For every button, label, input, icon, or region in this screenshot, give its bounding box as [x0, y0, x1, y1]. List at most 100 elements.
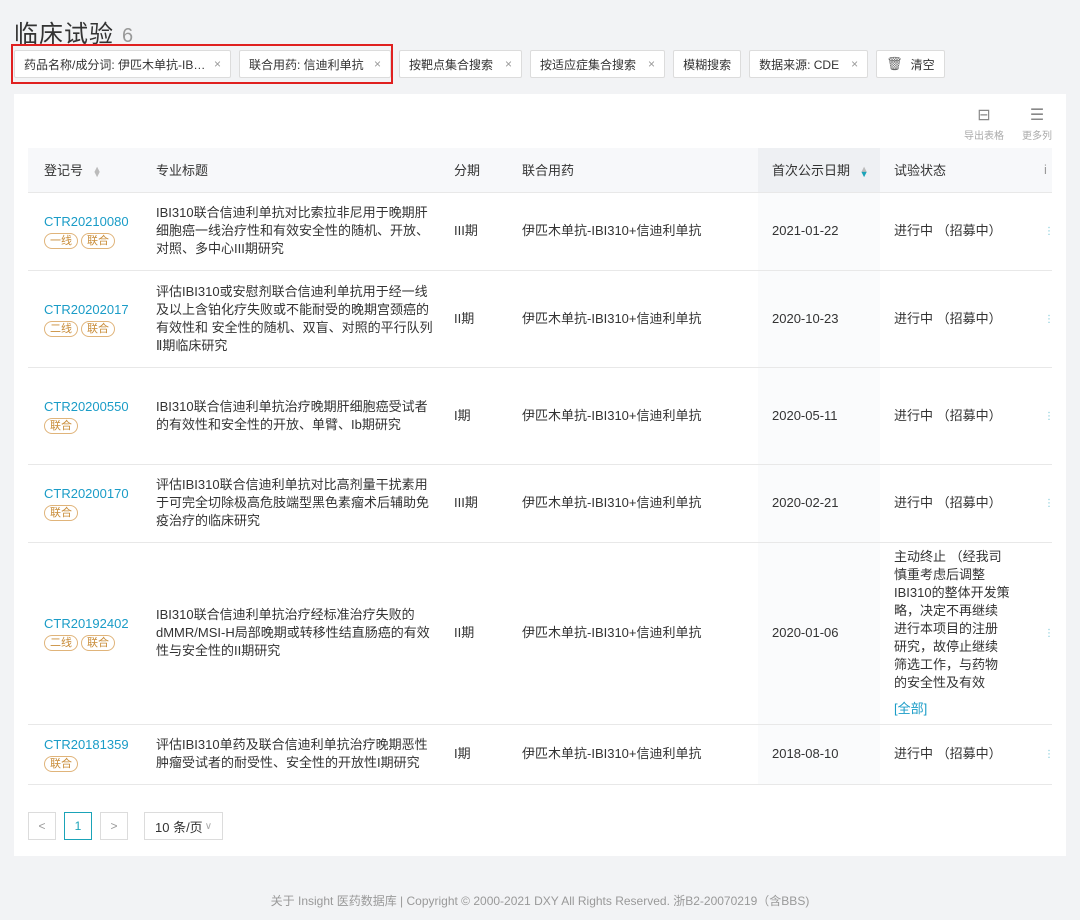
header-status: 试验状态	[880, 148, 1024, 193]
sort-icon[interactable]: ▲ ▼	[860, 164, 869, 178]
registration-number-link[interactable]: CTR20210080	[44, 213, 156, 231]
trial-title: IBI310联合信迪利单抗治疗经标准治疗失败的dMMR/MSI-H局部晚期或转移…	[156, 607, 430, 658]
close-icon[interactable]: ×	[648, 57, 655, 71]
combo-drug: 伊匹木单抗-IBI310+信迪利单抗	[522, 310, 702, 326]
trial-status: 进行中 （招募中）	[894, 407, 1002, 423]
registration-number-link[interactable]: CTR20202017	[44, 301, 156, 319]
tag-badge: 联合	[44, 756, 78, 772]
tag-group: 二线 联合	[44, 635, 156, 651]
registration-number-link[interactable]: CTR20200550	[44, 398, 156, 416]
trial-title: IBI310联合信迪利单抗治疗晚期肝细胞癌受试者的有效性和安全性的开放、单臂、I…	[156, 398, 428, 432]
first-publish-date: 2021-01-22	[772, 223, 839, 238]
page-1-button[interactable]: 1	[64, 812, 92, 840]
tag-badge: 联合	[44, 505, 78, 521]
header-phase: 分期	[454, 148, 522, 193]
table-toolbar: ⊟ 导出表格 ☰ 更多列	[946, 107, 1052, 143]
truncated-column-cell: ⋮	[1044, 628, 1052, 639]
next-page-button[interactable]: >	[100, 812, 128, 840]
results-card: ⊟ 导出表格 ☰ 更多列 登记号 ▲ ▼ 专业标题 分期 联合用药 首次公示日期…	[14, 94, 1066, 856]
expand-status-link[interactable]: [全部]	[894, 700, 1010, 718]
filter-chip-fuzzy-search[interactable]: 模糊搜索	[673, 50, 742, 78]
table-row: CTR20202017 二线 联合 评估IBI310或安慰剂联合信迪利单抗用于经一…	[28, 270, 1052, 368]
trial-phase: II期	[454, 625, 475, 640]
filter-chip-label: 按适应症集合搜索	[540, 57, 637, 72]
filter-chip-label: 联合用药: 信迪利单抗	[249, 57, 364, 72]
first-publish-date: 2018-08-10	[772, 746, 839, 761]
export-table-button[interactable]: ⊟ 导出表格	[964, 107, 1004, 143]
truncated-column-cell: ⋮	[1044, 410, 1052, 422]
tag-group: 联合	[44, 756, 156, 772]
page-size-select[interactable]: 10 条/页 ∨	[144, 812, 224, 840]
filter-chip-drug-name[interactable]: 药品名称/成分词: 伊匹木单抗-IB… ×	[14, 50, 231, 78]
trial-title: 评估IBI310单药及联合信迪利单抗治疗晚期恶性肿瘤受试者的耐受性、安全性的开放…	[156, 737, 428, 770]
close-icon[interactable]: ×	[851, 57, 858, 71]
combo-drug: 伊匹木单抗-IBI310+信迪利单抗	[522, 495, 702, 510]
trial-phase: II期	[454, 310, 475, 326]
tag-badge: 二线	[44, 635, 78, 651]
trial-status: 进行中 （招募中）	[894, 746, 1002, 761]
filter-chip-indication-set[interactable]: 按适应症集合搜索 ×	[530, 50, 666, 78]
list-icon: ☰	[1029, 107, 1045, 124]
more-columns-button[interactable]: ☰ 更多列	[1022, 107, 1052, 143]
sort-icon[interactable]: ▲ ▼	[93, 164, 102, 178]
header-first-publish-date[interactable]: 首次公示日期 ▲ ▼	[758, 148, 880, 193]
truncated-column-cell: ⋮	[1044, 498, 1052, 509]
combo-drug: 伊匹木单抗-IBI310+信迪利单抗	[522, 746, 702, 761]
filter-chip-label: 药品名称/成分词: 伊匹木单抗-IB…	[24, 57, 206, 72]
export-icon: ⊟	[977, 107, 991, 124]
header-reg-no[interactable]: 登记号 ▲ ▼	[28, 148, 156, 193]
tag-badge: 二线	[44, 320, 78, 337]
trial-title: IBI310联合信迪利单抗对比索拉非尼用于晚期肝细胞癌一线治疗性和有效安全性的随…	[156, 205, 430, 256]
trials-table: 登记号 ▲ ▼ 专业标题 分期 联合用药 首次公示日期 ▲ ▼ 试验状态 i CTR…	[28, 148, 1052, 792]
truncated-column-cell: ⋮	[1044, 313, 1052, 325]
first-publish-date: 2020-10-23	[772, 310, 839, 326]
trial-status: 进行中 （招募中）	[894, 223, 1002, 238]
first-publish-date: 2020-05-11	[772, 407, 838, 423]
close-icon[interactable]: ×	[505, 57, 512, 71]
header-truncated: i	[1024, 148, 1052, 193]
truncated-column-cell: ⋮	[1044, 226, 1052, 237]
trial-status: 主动终止 （经我司慎重考虑后调整IBI310的整体开发策略，决定不再继续进行本项…	[894, 549, 1010, 690]
combo-drug: 伊匹木单抗-IBI310+信迪利单抗	[522, 625, 702, 640]
trial-phase: III期	[454, 223, 478, 238]
table-row: CTR20210080 一线 联合 IBI310联合信迪利单抗对比索拉非尼用于晚期…	[28, 192, 1052, 271]
combo-drug: 伊匹木单抗-IBI310+信迪利单抗	[522, 407, 702, 423]
header-combo-drug: 联合用药	[522, 148, 758, 193]
tag-badge: 联合	[81, 320, 115, 337]
tag-badge: 联合	[81, 233, 115, 249]
truncated-column-cell: ⋮	[1044, 749, 1052, 760]
close-icon[interactable]: ×	[214, 57, 221, 71]
pagination: < 1 > 10 条/页 ∨	[28, 812, 224, 840]
registration-number-link[interactable]: CTR20200170	[44, 485, 156, 503]
filter-chip-combo-drug[interactable]: 联合用药: 信迪利单抗 ×	[239, 50, 391, 78]
trial-phase: I期	[454, 746, 471, 761]
table-row: CTR20200170 联合 评估IBI310联合信迪利单抗对比高剂量干扰素用于…	[28, 464, 1052, 543]
registration-number-link[interactable]: CTR20192402	[44, 615, 156, 633]
table-row: CTR20192402 二线 联合 IBI310联合信迪利单抗治疗经标准治疗失败的…	[28, 542, 1052, 725]
trash-icon: 🗑	[886, 56, 903, 71]
trial-title: 评估IBI310或安慰剂联合信迪利单抗用于经一线及以上含铂化疗失败或不能耐受的晚…	[156, 283, 433, 353]
result-count: 6	[122, 25, 134, 47]
tag-group: 联合	[44, 417, 156, 434]
tag-group: 一线 联合	[44, 233, 156, 249]
tag-group: 联合	[44, 505, 156, 521]
tag-badge: 一线	[44, 233, 78, 249]
close-icon[interactable]: ×	[374, 57, 381, 71]
table-row: CTR20181359 联合 评估IBI310单药及联合信迪利单抗治疗晚期恶性肿…	[28, 724, 1052, 785]
table-row: CTR20200550 联合 IBI310联合信迪利单抗治疗晚期肝细胞癌受试者的…	[28, 367, 1052, 465]
table-header-row: 登记号 ▲ ▼ 专业标题 分期 联合用药 首次公示日期 ▲ ▼ 试验状态 i	[28, 148, 1052, 193]
tag-badge: 联合	[81, 635, 115, 651]
page-title: 临床试验	[14, 21, 114, 48]
prev-page-button[interactable]: <	[28, 812, 56, 840]
filter-chip-label: 数据来源: CDE	[759, 57, 840, 72]
clear-label: 清空	[910, 57, 935, 72]
trial-title: 评估IBI310联合信迪利单抗对比高剂量干扰素用于可完全切除极高危肢端型黑色素瘤…	[156, 477, 430, 528]
registration-number-link[interactable]: CTR20181359	[44, 736, 156, 754]
filter-chip-label: 模糊搜索	[683, 57, 732, 72]
filter-chip-target-set[interactable]: 按靶点集合搜索 ×	[399, 50, 523, 78]
tag-group: 二线 联合	[44, 320, 156, 337]
clear-filters-button[interactable]: 🗑 清空	[876, 50, 945, 78]
filter-bar: 药品名称/成分词: 伊匹木单抗-IB… × 联合用药: 信迪利单抗 × 按靶点集…	[14, 50, 953, 78]
filter-chip-data-source[interactable]: 数据来源: CDE ×	[749, 50, 869, 78]
first-publish-date: 2020-01-06	[772, 625, 839, 640]
